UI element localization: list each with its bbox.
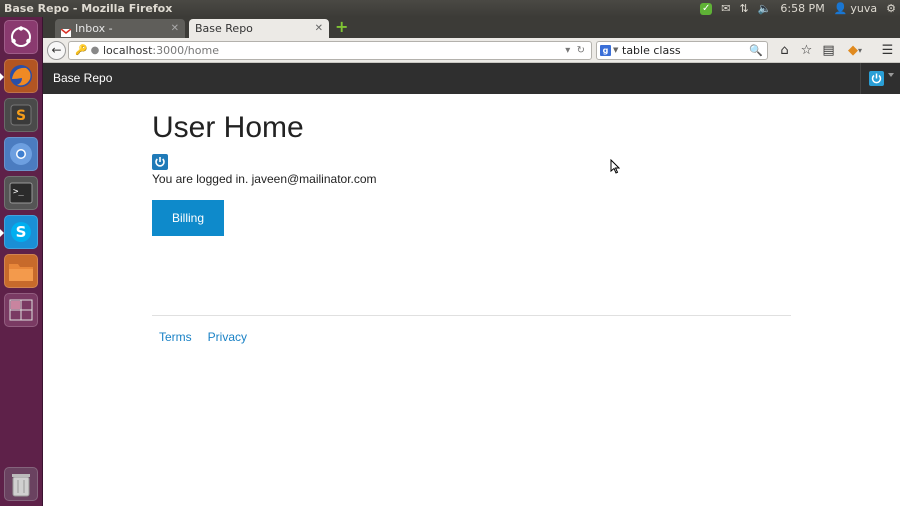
page-title: User Home: [152, 111, 304, 144]
navigation-toolbar: ← 🔑 ● localhost:3000/home ▾ ↻ g ▼ table …: [43, 38, 900, 63]
tab-label: Base Repo: [195, 22, 253, 35]
search-bar[interactable]: g ▼ table class 🔍: [596, 41, 768, 60]
search-input[interactable]: table class: [622, 42, 681, 59]
chromium-icon[interactable]: [4, 137, 38, 171]
mouse-cursor-icon: [610, 159, 620, 174]
app-navbar: Base Repo: [43, 63, 900, 94]
back-arrow-icon[interactable]: ←: [47, 41, 66, 60]
home-icon[interactable]: ⌂: [778, 41, 791, 60]
tab-inbox[interactable]: Inbox - prateekyuva... ✕: [55, 19, 185, 54]
launcher: S >_ S: [0, 17, 43, 506]
user-dropdown[interactable]: [860, 63, 900, 94]
bookmark-star-icon[interactable]: ☆: [800, 41, 813, 60]
user-name: yuva: [850, 2, 878, 15]
svg-text:>_: >_: [13, 187, 24, 197]
url-dropdown-reload-icon[interactable]: ▾ ↻: [565, 42, 585, 59]
volume-icon[interactable]: 🔈: [758, 0, 772, 17]
terminal-icon[interactable]: >_: [4, 176, 38, 210]
update-check-icon[interactable]: ✓: [700, 0, 713, 17]
tab-close-icon[interactable]: ✕: [171, 19, 179, 38]
svg-text:S: S: [16, 108, 26, 124]
user-menu[interactable]: 👤 yuva: [834, 0, 877, 17]
skype-icon[interactable]: S: [4, 215, 38, 249]
tab-strip: Inbox - prateekyuva... ✕ Base Repo ✕ +: [43, 17, 900, 54]
tab-close-icon[interactable]: ✕: [315, 19, 323, 38]
mail-icon[interactable]: ✉: [721, 0, 730, 17]
google-search-engine-icon[interactable]: g: [600, 45, 611, 56]
url-host: localhost: [103, 44, 153, 57]
terms-link[interactable]: Terms: [159, 330, 192, 344]
clock[interactable]: 6:58 PM: [780, 0, 824, 17]
site-identity-globe-icon[interactable]: 🔑 ●: [75, 42, 99, 59]
power-icon: [869, 71, 884, 86]
caret-down-icon: [888, 73, 894, 77]
brand-link[interactable]: Base Repo: [53, 63, 112, 94]
login-status-text: You are logged in. javeen@mailinator.com: [152, 172, 377, 186]
svg-text:S: S: [16, 223, 27, 241]
search-magnifier-icon[interactable]: 🔍: [749, 42, 763, 59]
menu-hamburger-icon[interactable]: ☰: [881, 41, 894, 60]
tab-base-repo[interactable]: Base Repo ✕: [189, 19, 329, 38]
url-text: localhost:3000/home: [103, 42, 219, 59]
addon-icon[interactable]: ◆ ▾: [844, 41, 866, 60]
user-icon: 👤: [833, 2, 848, 15]
settings-gear-icon[interactable]: ⚙: [886, 0, 896, 17]
system-top-panel: Base Repo - Mozilla Firefox ✓ ✉ ⇅ 🔈 6:58…: [0, 0, 900, 17]
sublime-text-icon[interactable]: S: [4, 98, 38, 132]
power-icon: [152, 154, 168, 170]
new-tab-plus-icon[interactable]: +: [335, 19, 349, 35]
firefox-icon[interactable]: [4, 59, 38, 93]
toolbar-buttons: ⌂ ☆ ▤ ◆ ▾ ☰: [778, 41, 894, 60]
footer-divider: [152, 315, 791, 316]
workspace-switcher-icon[interactable]: [4, 293, 38, 327]
network-icon[interactable]: ⇅: [739, 0, 748, 17]
url-path: :3000/home: [152, 44, 219, 57]
window-title: Base Repo - Mozilla Firefox: [4, 2, 173, 15]
billing-button[interactable]: Billing: [152, 200, 224, 236]
files-folder-icon[interactable]: [4, 254, 38, 288]
url-bar[interactable]: 🔑 ● localhost:3000/home ▾ ↻: [68, 41, 592, 60]
page-content: User Home You are logged in. javeen@mail…: [43, 94, 900, 506]
dash-home-icon[interactable]: [4, 20, 38, 54]
trash-icon[interactable]: [4, 467, 38, 501]
system-tray: ✓ ✉ ⇅ 🔈 6:58 PM 👤 yuva ⚙: [700, 0, 896, 17]
engine-dropdown-icon[interactable]: ▼: [613, 42, 618, 59]
privacy-link[interactable]: Privacy: [208, 330, 247, 344]
footer-links: Terms Privacy: [159, 330, 247, 344]
gmail-icon: [60, 24, 72, 37]
bookmarks-list-icon[interactable]: ▤: [822, 41, 835, 60]
